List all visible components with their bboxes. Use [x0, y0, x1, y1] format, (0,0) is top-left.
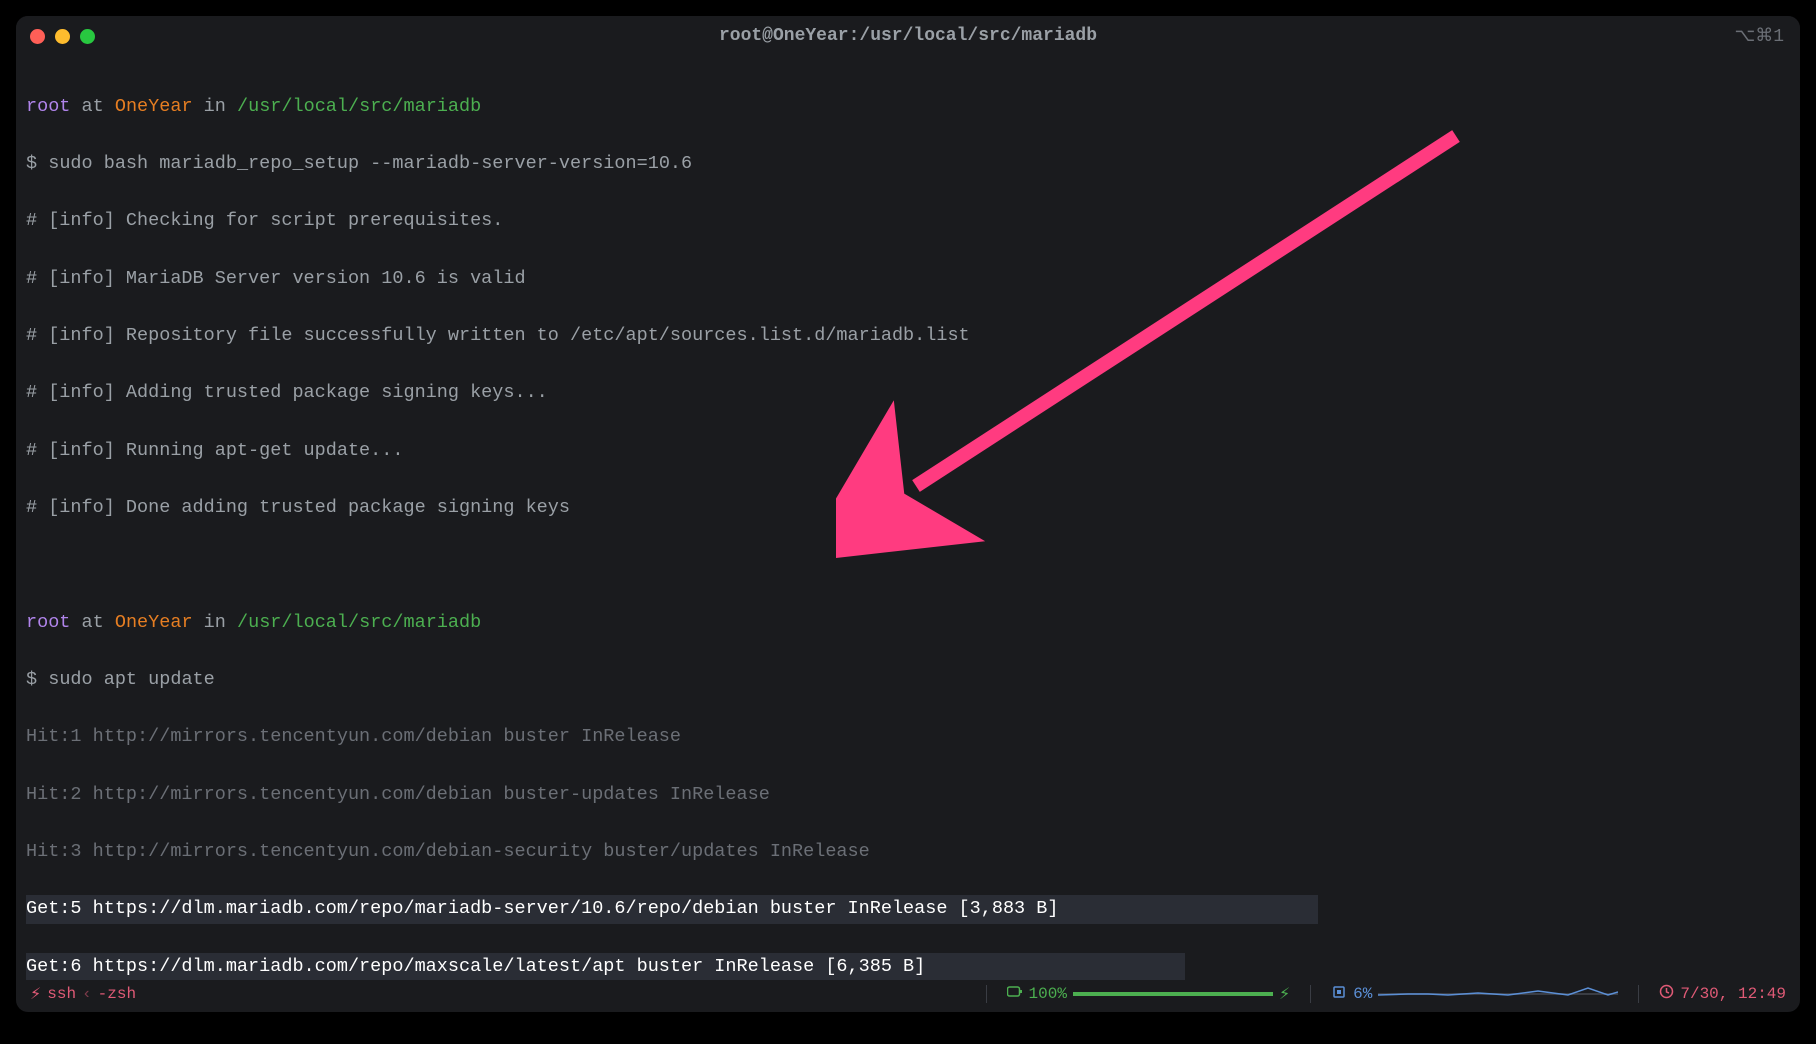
clock-text: 7/30, 12:49: [1680, 985, 1786, 1003]
command-line: $ sudo bash mariadb_repo_setup --mariadb…: [26, 150, 1790, 179]
divider: [1310, 985, 1311, 1003]
prompt-symbol: $: [26, 669, 48, 690]
window-title: root@OneYear:/usr/local/src/mariadb: [16, 26, 1800, 46]
prompt-user: root: [26, 96, 70, 117]
battery-bar: [1073, 993, 1273, 995]
prompt-user: root: [26, 612, 70, 633]
maximize-button[interactable]: [80, 29, 95, 44]
terminal-body[interactable]: root at OneYear in /usr/local/src/mariad…: [16, 56, 1800, 980]
cpu-icon: [1331, 984, 1347, 1005]
close-button[interactable]: [30, 29, 45, 44]
status-shell: -zsh: [98, 985, 136, 1003]
battery-pct: 100%: [1029, 985, 1067, 1003]
command-text: sudo bash mariadb_repo_setup --mariadb-s…: [48, 153, 692, 174]
command-line: $ sudo apt update: [26, 666, 1790, 695]
command-text: sudo apt update: [48, 669, 215, 690]
prompt-in: in: [193, 612, 237, 633]
status-clock: 7/30, 12:49: [1659, 984, 1786, 1004]
prompt-in: in: [193, 96, 237, 117]
minimize-button[interactable]: [55, 29, 70, 44]
output-line: # [info] Checking for script prerequisit…: [26, 207, 1790, 236]
status-ssh: ssh: [47, 985, 76, 1003]
statusbar: ⚡︎ ssh ‹ -zsh 100% ⚡︎ 6%: [16, 980, 1800, 1012]
divider: [1638, 985, 1639, 1003]
status-separator: ‹: [82, 985, 92, 1003]
output-line: Hit:2 http://mirrors.tencentyun.com/debi…: [26, 781, 1790, 810]
cpu-bar: [1378, 993, 1618, 995]
status-process: ⚡︎ ssh ‹ -zsh: [30, 984, 136, 1004]
prompt-host: OneYear: [115, 96, 193, 117]
output-line: # [info] MariaDB Server version 10.6 is …: [26, 265, 1790, 294]
status-battery: 100% ⚡︎: [1007, 984, 1291, 1004]
output-highlighted-line: Get:6 https://dlm.mariadb.com/repo/maxsc…: [26, 953, 1790, 980]
prompt-at: at: [70, 96, 114, 117]
prompt-line: root at OneYear in /usr/local/src/mariad…: [26, 93, 1790, 122]
window-shortcut: ⌥⌘1: [1734, 25, 1784, 47]
battery-icon: [1007, 985, 1023, 1004]
titlebar: root@OneYear:/usr/local/src/mariadb ⌥⌘1: [16, 16, 1800, 56]
status-cpu: 6%: [1331, 984, 1618, 1005]
prompt-line: root at OneYear in /usr/local/src/mariad…: [26, 609, 1790, 638]
output-line: Hit:1 http://mirrors.tencentyun.com/debi…: [26, 723, 1790, 752]
traffic-lights: [30, 29, 95, 44]
lightning-icon: ⚡︎: [30, 984, 41, 1004]
output-highlighted-line: Get:5 https://dlm.mariadb.com/repo/maria…: [26, 895, 1790, 924]
divider: [986, 985, 987, 1003]
bolt-icon: ⚡︎: [1279, 984, 1290, 1004]
prompt-cwd: /usr/local/src/mariadb: [237, 96, 481, 117]
clock-icon: [1659, 984, 1674, 1004]
output-line: # [info] Running apt-get update...: [26, 437, 1790, 466]
blank-line: [26, 551, 1790, 580]
output-line: # [info] Done adding trusted package sig…: [26, 494, 1790, 523]
prompt-at: at: [70, 612, 114, 633]
prompt-cwd: /usr/local/src/mariadb: [237, 612, 481, 633]
cpu-pct: 6%: [1353, 985, 1372, 1003]
output-line: Hit:3 http://mirrors.tencentyun.com/debi…: [26, 838, 1790, 867]
terminal-window: root@OneYear:/usr/local/src/mariadb ⌥⌘1 …: [16, 16, 1800, 1012]
prompt-host: OneYear: [115, 612, 193, 633]
output-line: # [info] Adding trusted package signing …: [26, 379, 1790, 408]
output-line: # [info] Repository file successfully wr…: [26, 322, 1790, 351]
prompt-symbol: $: [26, 153, 48, 174]
